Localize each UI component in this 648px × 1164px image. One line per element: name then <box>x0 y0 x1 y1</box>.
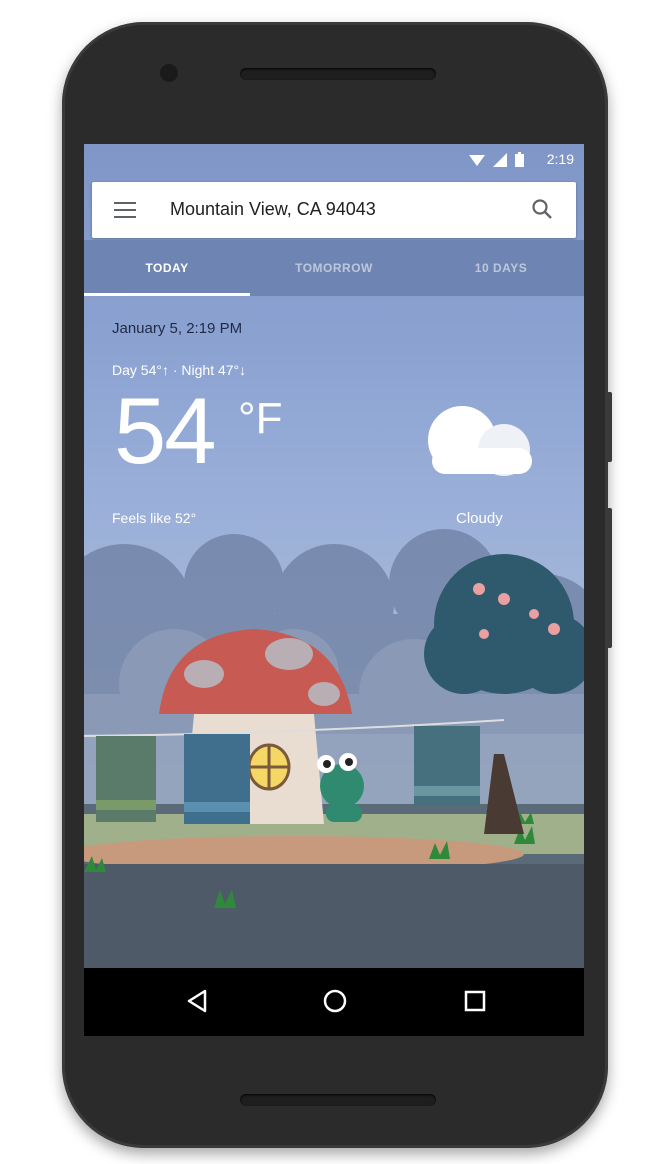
recents-icon[interactable] <box>460 986 490 1016</box>
power-button <box>606 392 612 462</box>
battery-icon <box>515 152 524 167</box>
screen: 2:19 Mountain View, CA 94043 TODAY TOMOR… <box>84 144 584 1036</box>
temperature-unit: °F <box>238 394 283 443</box>
location-search-bar[interactable]: Mountain View, CA 94043 <box>92 182 576 238</box>
forecast-tabs: TODAY TOMORROW 10 DAYS <box>84 240 584 296</box>
back-icon[interactable] <box>182 986 212 1016</box>
home-icon[interactable] <box>320 986 350 1016</box>
top-speaker <box>240 68 436 80</box>
volume-button <box>606 508 612 648</box>
current-temperature: 54 <box>114 378 217 483</box>
weather-condition: Cloudy <box>456 510 503 527</box>
signal-icon <box>493 152 507 167</box>
wifi-icon <box>469 154 485 166</box>
cloud-icon <box>428 406 532 476</box>
active-tab-indicator <box>84 293 250 296</box>
bottom-speaker <box>240 1094 436 1106</box>
date-time: January 5, 2:19 PM <box>112 320 243 337</box>
front-camera <box>160 64 178 82</box>
location-text[interactable]: Mountain View, CA 94043 <box>170 199 376 220</box>
tab-10-days[interactable]: 10 DAYS <box>418 240 584 296</box>
status-bar: 2:19 <box>84 144 584 174</box>
search-icon[interactable] <box>530 197 554 221</box>
feels-like: Feels like 52° <box>112 510 197 526</box>
weather-illustration <box>84 529 584 968</box>
status-time: 2:19 <box>546 151 574 167</box>
tab-today[interactable]: TODAY <box>84 240 250 296</box>
navigation-bar <box>84 968 584 1036</box>
menu-icon[interactable] <box>114 202 136 218</box>
day-night-temps: Day 54°↑ · Night 47°↓ <box>112 362 247 378</box>
tab-tomorrow[interactable]: TOMORROW <box>251 240 417 296</box>
